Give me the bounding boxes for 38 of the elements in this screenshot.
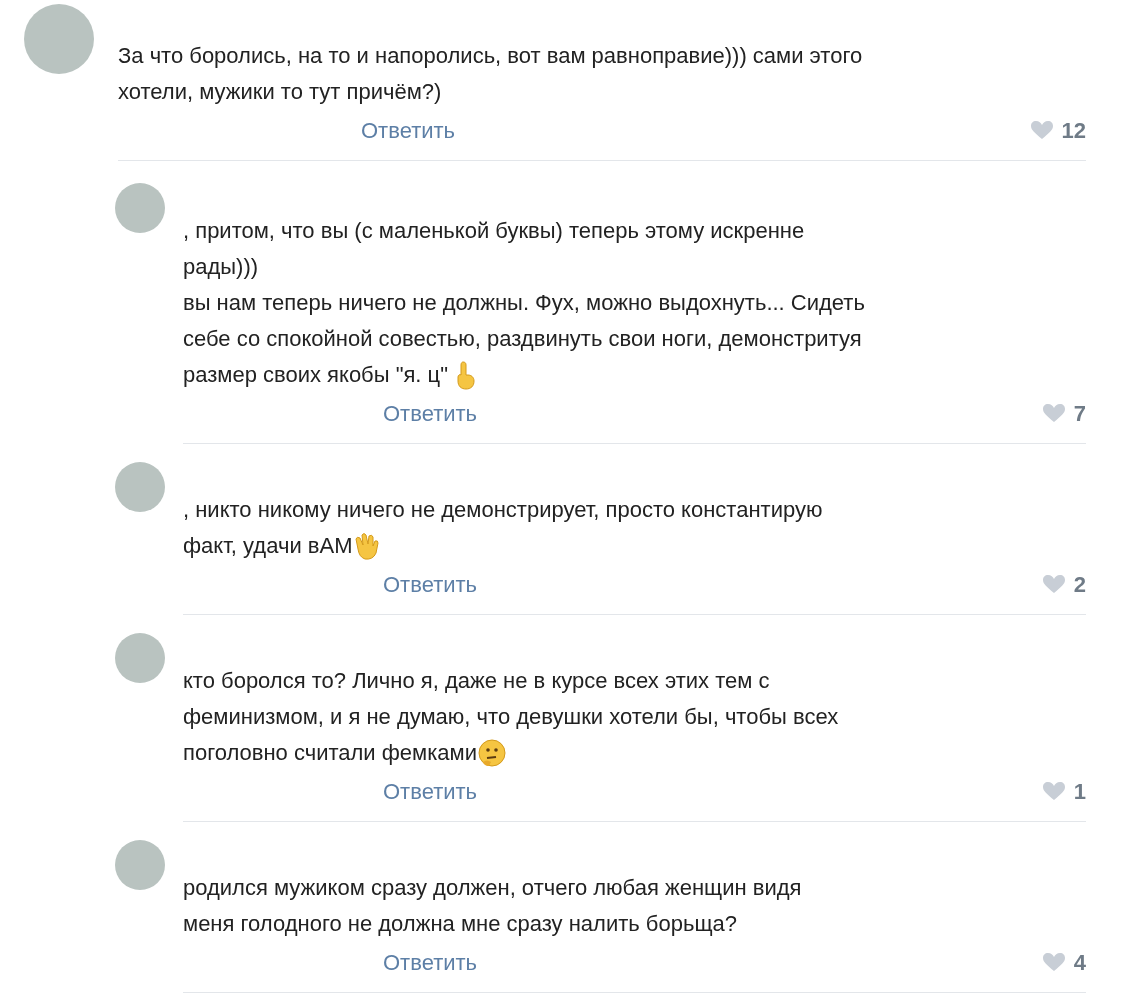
like-button[interactable]: 1 <box>1041 774 1086 808</box>
comment-text: , никто никому ничего не демонстрирует, просто константирую <box>183 496 823 524</box>
like-count: 7 <box>1073 399 1086 428</box>
comment-text: феминизмом, и я не думаю, что девушки хотели бы, чтобы всех <box>183 703 839 731</box>
heart-icon <box>1029 120 1054 140</box>
like-button[interactable]: 2 <box>1041 567 1086 601</box>
like-count: 1 <box>1073 777 1086 806</box>
heart-icon <box>1041 781 1066 801</box>
heart-icon <box>1041 574 1066 594</box>
like-button[interactable]: 7 <box>1041 396 1086 430</box>
comment-text: хотели, мужики то тут причём?) <box>118 78 442 106</box>
comment-text: родился мужиком сразу должен, отчего любая женщин видя <box>183 874 802 902</box>
like-count: 2 <box>1073 570 1086 599</box>
comment-text: размер своих якобы "я. ц" <box>183 361 448 389</box>
comment-text: поголовно считали фемками <box>183 739 477 767</box>
avatar-placeholder[interactable] <box>115 183 165 233</box>
like-count: 12 <box>1061 116 1086 145</box>
reply-link[interactable]: Ответить <box>383 774 478 808</box>
avatar-placeholder[interactable] <box>115 840 165 890</box>
avatar-placeholder[interactable] <box>115 633 165 683</box>
comment-text: рады))) <box>183 253 259 281</box>
like-count: 4 <box>1073 948 1086 977</box>
comment-text: кто боролся то? Лично я, даже не в курсе всех этих тем с <box>183 667 770 695</box>
comment-text: вы нам теперь ничего не должны. Фух, можно выдохнуть... Сидеть <box>183 289 865 317</box>
comment-text: факт, удачи вАМ <box>183 532 353 560</box>
comment-text: себе со спокойной совестью, раздвинуть свои ноги, демонстритуя <box>183 325 862 353</box>
reply-link[interactable]: Ответить <box>383 945 478 979</box>
comment-text: За что боролись, на то и напоролись, вот вам равноправие))) сами этого <box>118 42 863 70</box>
heart-icon <box>1041 952 1066 972</box>
avatar-placeholder[interactable] <box>115 462 165 512</box>
heart-icon <box>1041 403 1066 423</box>
reply-link[interactable]: Ответить <box>383 567 478 601</box>
reply-link[interactable]: Ответить <box>361 113 456 147</box>
like-button[interactable]: 12 <box>1029 113 1086 147</box>
like-button[interactable]: 4 <box>1041 945 1086 979</box>
comment-text: меня голодного не должна мне сразу налить борьща? <box>183 910 737 938</box>
reply-link[interactable]: Ответить <box>383 396 478 430</box>
comment-text: , притом, что вы (с маленькой буквы) теперь этому искренне <box>183 217 805 245</box>
